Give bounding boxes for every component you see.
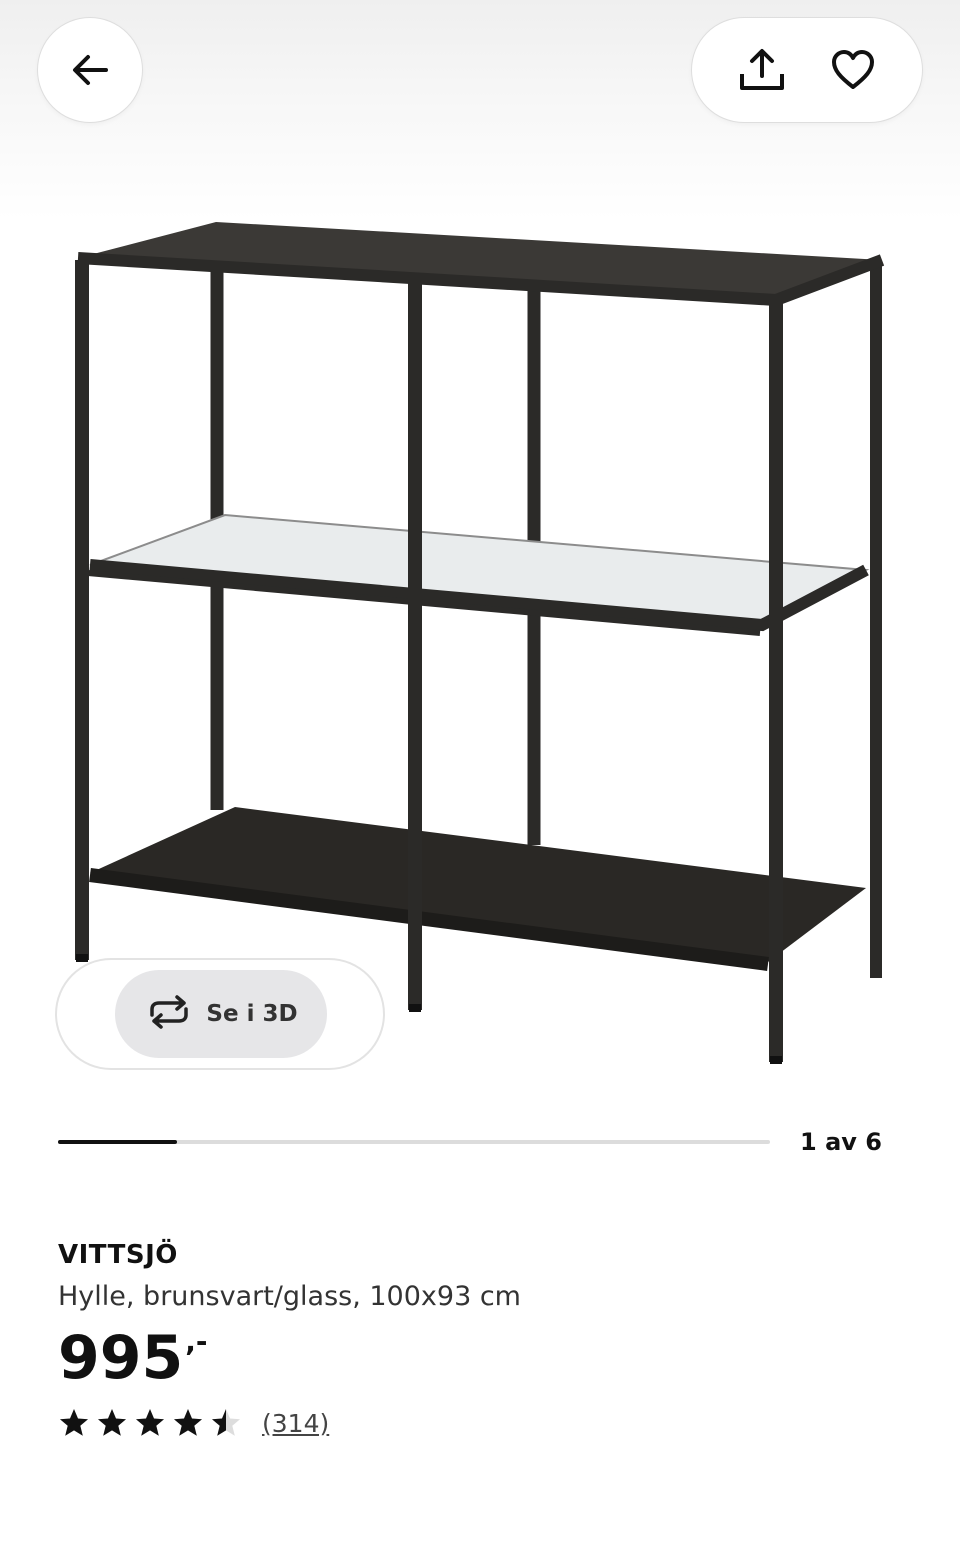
- view-3d-label: Se i 3D: [206, 1001, 298, 1027]
- view-3d-container: Se i 3D: [57, 960, 383, 1068]
- product-description: Hylle, brunsvart/glass, 100x93 cm: [58, 1281, 521, 1312]
- share-icon[interactable]: [732, 40, 792, 100]
- rating[interactable]: (314): [58, 1407, 329, 1439]
- star-icon: [174, 1409, 202, 1436]
- star-icon: [212, 1409, 240, 1436]
- star-icon: [60, 1409, 88, 1436]
- star-icon: [98, 1409, 126, 1436]
- price-decimal: ,-: [185, 1325, 208, 1358]
- gallery-progress: [58, 1140, 770, 1144]
- gallery-progress-fill: [58, 1140, 177, 1144]
- view-3d-button[interactable]: Se i 3D: [115, 970, 327, 1058]
- action-pill: [692, 18, 922, 122]
- product-image[interactable]: [0, 200, 960, 1080]
- rotate-icon: [144, 995, 194, 1033]
- gallery-pager: 1 av 6: [800, 1128, 882, 1156]
- heart-icon[interactable]: [823, 40, 883, 100]
- arrow-left-icon: [60, 40, 120, 100]
- price: 995 ,-: [58, 1322, 208, 1394]
- back-button[interactable]: [38, 18, 142, 122]
- rating-stars: [58, 1407, 242, 1439]
- product-name: VITTSJÖ: [58, 1240, 178, 1270]
- star-icon: [136, 1409, 164, 1436]
- price-integer: 995: [58, 1323, 184, 1393]
- review-count-link[interactable]: (314): [262, 1409, 329, 1438]
